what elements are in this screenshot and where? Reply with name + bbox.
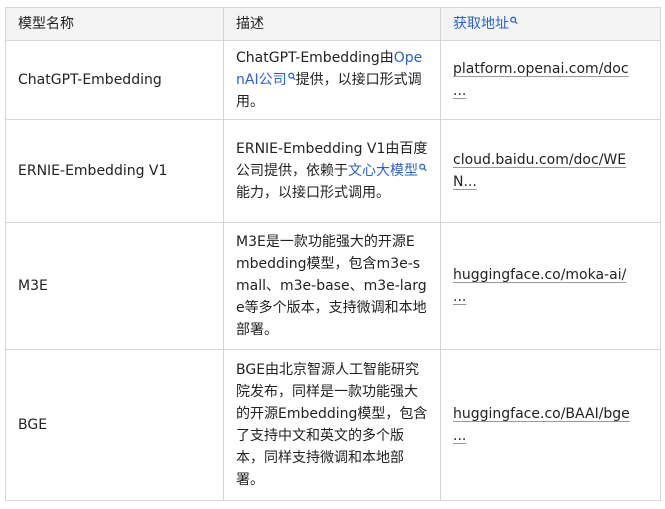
source-link-line[interactable]: cloud.baidu.com/doc/WE [453, 152, 626, 168]
source-link[interactable]: cloud.baidu.com/doc/WE N... [453, 152, 626, 190]
source-link-ellipsis[interactable]: ... [453, 83, 466, 99]
source-cell: huggingface.co/BAAI/bge... [440, 349, 661, 501]
table-row: ChatGPT-Embedding ChatGPT-Embedding由Open… [5, 40, 661, 120]
header-model-name: 模型名称 [5, 7, 224, 41]
source-link-ellipsis[interactable]: N... [453, 174, 477, 190]
source-link-line[interactable]: platform.openai.com/doc [453, 61, 629, 77]
source-link-line[interactable]: huggingface.co/moka-ai/ [453, 267, 626, 283]
source-link[interactable]: huggingface.co/moka-ai/... [453, 267, 626, 305]
header-description: 描述 [223, 7, 441, 41]
models-table: 模型名称 描述 获取地址 ChatGPT-Embedding ChatGPT-E… [5, 7, 661, 501]
table-row: ERNIE-Embedding V1 ERNIE-Embedding V1由百度… [5, 119, 661, 223]
source-link-ellipsis[interactable]: ... [453, 428, 466, 444]
source-cell: huggingface.co/moka-ai/... [440, 222, 661, 350]
header-source[interactable]: 获取地址 [440, 7, 661, 41]
header-source-link[interactable]: 获取地址 [453, 16, 509, 32]
source-cell: cloud.baidu.com/doc/WE N... [440, 119, 661, 223]
description-cell: ChatGPT-Embedding由OpenAI公司 提供，以接口形式调用。 [223, 40, 441, 120]
search-icon[interactable] [510, 16, 518, 25]
source-cell: platform.openai.com/doc... [440, 40, 661, 120]
search-icon[interactable] [287, 72, 296, 81]
source-link-line[interactable]: huggingface.co/BAAI/bge [453, 406, 630, 422]
source-link[interactable]: huggingface.co/BAAI/bge... [453, 406, 630, 444]
search-icon[interactable] [419, 163, 427, 172]
description-text: 能力，以接口形式调用。 [236, 185, 390, 201]
description-cell: ERNIE-Embedding V1由百度公司提供，依赖于文心大模型能力，以接口… [223, 119, 441, 223]
model-name-cell: BGE [5, 349, 224, 501]
model-name-cell: M3E [5, 222, 224, 350]
wenxin-model-link[interactable]: 文心大模型 [348, 163, 418, 179]
header-row: 模型名称 描述 获取地址 [5, 7, 661, 41]
table-row: M3E M3E是一款功能强大的开源Embedding模型，包含m3e-small… [5, 222, 661, 350]
description-cell: BGE由北京智源人工智能研究院发布，同样是一款功能强大的开源Embedding模… [223, 349, 441, 501]
source-link-ellipsis[interactable]: ... [453, 289, 466, 305]
description-cell: M3E是一款功能强大的开源Embedding模型，包含m3e-small、m3e… [223, 222, 441, 350]
model-name-cell: ChatGPT-Embedding [5, 40, 224, 120]
source-link[interactable]: platform.openai.com/doc... [453, 61, 629, 99]
description-text: ChatGPT-Embedding由 [236, 50, 394, 66]
table-row: BGE BGE由北京智源人工智能研究院发布，同样是一款功能强大的开源Embedd… [5, 349, 661, 501]
model-name-cell: ERNIE-Embedding V1 [5, 119, 224, 223]
